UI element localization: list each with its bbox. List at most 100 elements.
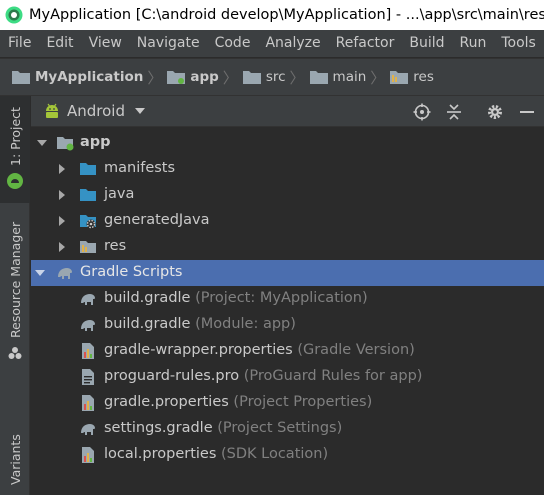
hide-panel-button[interactable]: [517, 102, 537, 122]
tree-node-label: build.gradle (Module: app): [104, 316, 296, 332]
file-name: gradle-wrapper.properties: [104, 342, 293, 358]
tree-node-build-gradle-module[interactable]: build.gradle (Module: app): [31, 312, 544, 338]
file-hint: (Project Settings): [217, 420, 343, 436]
menu-file[interactable]: File: [0, 30, 38, 57]
resource-folder-icon: [80, 241, 96, 253]
breadcrumb-app[interactable]: app: [167, 69, 219, 85]
tab-resource-manager-label: Resource Manager: [8, 221, 23, 338]
breadcrumb-separator: 〉: [222, 68, 238, 87]
gradle-elephant-icon: [81, 320, 95, 331]
file-hint: (ProGuard Rules for app): [243, 368, 423, 384]
collapse-all-button[interactable]: [444, 102, 464, 122]
folder-icon: [80, 163, 96, 175]
settings-button[interactable]: [485, 102, 505, 122]
file-hint: (Project: MyApplication): [195, 290, 368, 306]
tree-node-res[interactable]: res: [31, 234, 544, 260]
left-tool-strip: 1: Project Resource Manager Variants: [0, 96, 30, 495]
file-name: proguard-rules.pro: [104, 368, 240, 384]
menu-tools[interactable]: Tools: [493, 30, 543, 57]
android-project-icon: [7, 173, 23, 189]
gradle-elephant-icon: [81, 424, 95, 435]
view-mode-dropdown[interactable]: Android: [43, 102, 145, 120]
tree-node-manifests[interactable]: manifests: [31, 156, 544, 182]
breadcrumb-res[interactable]: res: [390, 69, 434, 85]
expanded-arrow-icon: [37, 140, 47, 146]
breadcrumb-separator: 〉: [147, 68, 163, 87]
tree-node-generated-java[interactable]: generatedJava: [31, 208, 544, 234]
tab-resource-manager[interactable]: Resource Manager: [0, 214, 30, 364]
tab-project[interactable]: 1: Project: [0, 96, 30, 203]
resource-folder-icon: [390, 71, 409, 84]
tree-node-label: java: [104, 186, 135, 202]
tree-node-app[interactable]: app: [31, 130, 544, 156]
collapse-all-icon: [447, 104, 461, 120]
file-name: gradle.properties: [104, 394, 229, 410]
folder-icon: [80, 189, 96, 201]
file-name: settings.gradle: [104, 420, 213, 436]
tree-node-build-gradle-project[interactable]: build.gradle (Project: MyApplication): [31, 286, 544, 312]
breadcrumb-label: src: [265, 69, 286, 85]
resource-manager-icon: [8, 347, 22, 359]
window-title: MyApplication [C:\android develop\MyAppl…: [29, 7, 544, 23]
tree-node-label: proguard-rules.pro (ProGuard Rules for a…: [104, 368, 422, 384]
menu-code[interactable]: Code: [207, 30, 258, 57]
gradle-elephant-icon: [81, 294, 95, 305]
chevron-down-icon: [135, 108, 145, 114]
properties-file-icon: [82, 343, 94, 359]
file-hint: (Module: app): [195, 316, 296, 332]
tree-node-label: local.properties (SDK Location): [104, 446, 328, 462]
gear-icon: [488, 105, 502, 119]
minimize-icon: [520, 111, 534, 113]
tree-node-gradle-wrapper-properties[interactable]: gradle-wrapper.properties (Gradle Versio…: [31, 338, 544, 364]
tab-variants[interactable]: Variants: [0, 426, 30, 495]
android-studio-icon: [5, 6, 23, 24]
breadcrumb-separator: 〉: [370, 68, 386, 87]
tree-node-settings-gradle[interactable]: settings.gradle (Project Settings): [31, 416, 544, 442]
breadcrumb-label: app: [190, 69, 219, 85]
view-mode-label: Android: [67, 102, 125, 120]
collapsed-arrow-icon: [59, 190, 65, 200]
file-name: build.gradle: [104, 290, 191, 306]
menu-refactor[interactable]: Refactor: [328, 30, 402, 57]
tree-node-label: generatedJava: [104, 212, 210, 228]
folder-icon: [242, 71, 261, 84]
tab-variants-label: Variants: [8, 434, 23, 485]
breadcrumb-label: main: [332, 69, 367, 85]
tree-node-label: build.gradle (Project: MyApplication): [104, 290, 368, 306]
tree-node-label: Gradle Scripts: [80, 264, 183, 280]
module-folder-icon: [167, 71, 186, 84]
breadcrumb: MyApplication 〉 app 〉 src 〉 main 〉 res: [0, 58, 544, 96]
tree-node-proguard-rules[interactable]: proguard-rules.pro (ProGuard Rules for a…: [31, 364, 544, 390]
collapsed-arrow-icon: [59, 216, 65, 226]
project-folder-icon: [12, 71, 30, 84]
menu-view[interactable]: View: [81, 30, 129, 57]
menu-navigate[interactable]: Navigate: [129, 30, 207, 57]
tree-node-label: gradle-wrapper.properties (Gradle Versio…: [104, 342, 415, 358]
target-icon: [413, 103, 431, 121]
tree-node-label: res: [104, 238, 127, 254]
window-title-bar: MyApplication [C:\android develop\MyAppl…: [0, 0, 544, 30]
project-view-header: Android: [31, 96, 544, 127]
menu-run[interactable]: Run: [452, 30, 494, 57]
text-file-icon: [82, 369, 94, 385]
menu-bar: File Edit View Navigate Code Analyze Ref…: [0, 30, 544, 57]
properties-file-icon: [82, 395, 94, 411]
menu-edit[interactable]: Edit: [38, 30, 80, 57]
expanded-arrow-icon: [35, 270, 45, 276]
tree-node-gradle-properties[interactable]: gradle.properties (Project Properties): [31, 390, 544, 416]
tree-node-java[interactable]: java: [31, 182, 544, 208]
breadcrumb-src[interactable]: src: [242, 69, 286, 85]
tree-node-label: settings.gradle (Project Settings): [104, 420, 342, 436]
breadcrumb-label: MyApplication: [35, 69, 144, 85]
scroll-from-source-button[interactable]: [412, 102, 432, 122]
breadcrumb-myapplication[interactable]: MyApplication: [12, 69, 143, 85]
file-hint: (Project Properties): [233, 394, 373, 410]
tree-node-gradle-scripts[interactable]: Gradle Scripts: [31, 260, 544, 286]
tree-node-local-properties[interactable]: local.properties (SDK Location): [31, 442, 544, 468]
collapsed-arrow-icon: [59, 164, 65, 174]
tab-project-label: 1: Project: [8, 107, 23, 166]
breadcrumb-main[interactable]: main: [309, 69, 367, 85]
menu-build[interactable]: Build: [401, 30, 451, 57]
menu-analyze[interactable]: Analyze: [257, 30, 327, 57]
breadcrumb-separator: 〉: [289, 68, 305, 87]
